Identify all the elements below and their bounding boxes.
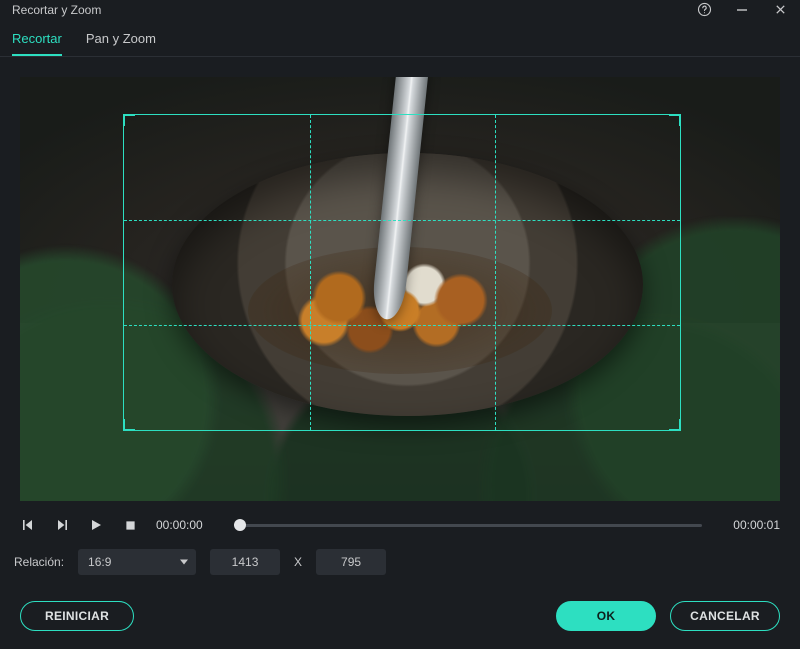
minimize-icon[interactable] <box>734 2 750 18</box>
width-input[interactable] <box>210 549 280 575</box>
crop-handle-bottom-right[interactable] <box>669 419 681 431</box>
grid-line <box>124 325 680 326</box>
dimension-separator: X <box>294 555 302 569</box>
ratio-label: Relación: <box>14 555 64 569</box>
height-input[interactable] <box>316 549 386 575</box>
help-icon[interactable] <box>696 2 712 18</box>
crop-handle-top-left[interactable] <box>123 114 135 126</box>
cancel-button[interactable]: CANCELAR <box>670 601 780 631</box>
prev-frame-icon[interactable] <box>20 517 36 533</box>
tab-crop[interactable]: Recortar <box>12 25 62 56</box>
next-frame-icon[interactable] <box>54 517 70 533</box>
crop-handle-top-right[interactable] <box>669 114 681 126</box>
window-controls <box>696 2 788 18</box>
reset-button[interactable]: REINICIAR <box>20 601 134 631</box>
current-time: 00:00:00 <box>156 518 216 532</box>
footer: REINICIAR OK CANCELAR <box>0 585 800 649</box>
aspect-ratio-select[interactable]: 16:9 <box>78 549 196 575</box>
chevron-down-icon <box>180 560 188 565</box>
video-preview[interactable] <box>20 77 780 501</box>
crop-handle-bottom-left[interactable] <box>123 419 135 431</box>
timeline[interactable] <box>234 518 702 532</box>
grid-line <box>124 220 680 221</box>
stop-icon[interactable] <box>122 517 138 533</box>
play-icon[interactable] <box>88 517 104 533</box>
preview-container <box>0 57 800 511</box>
crop-frame[interactable] <box>123 114 681 431</box>
transport-bar: 00:00:00 00:00:01 <box>0 511 800 545</box>
ratio-row: Relación: 16:9 X <box>0 545 800 585</box>
ok-button[interactable]: OK <box>556 601 656 631</box>
timeline-thumb[interactable] <box>234 519 246 531</box>
grid-line <box>495 115 496 430</box>
timeline-track <box>234 524 702 527</box>
titlebar: Recortar y Zoom <box>0 0 800 19</box>
close-icon[interactable] <box>772 2 788 18</box>
tab-pan-zoom[interactable]: Pan y Zoom <box>86 25 156 56</box>
window-title: Recortar y Zoom <box>12 3 696 17</box>
end-time: 00:00:01 <box>720 518 780 532</box>
aspect-ratio-value: 16:9 <box>88 555 111 569</box>
grid-line <box>310 115 311 430</box>
tabs: Recortar Pan y Zoom <box>0 19 800 57</box>
